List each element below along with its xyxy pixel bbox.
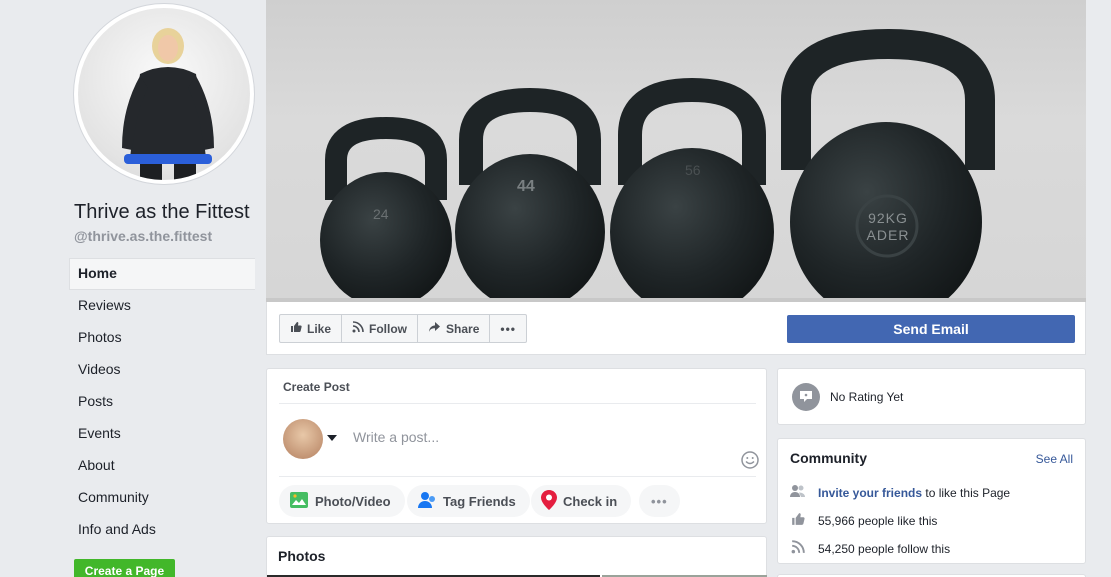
invite-friends-text: to like this Page (925, 485, 1011, 500)
photos-title[interactable]: Photos (278, 548, 325, 564)
check-in-button[interactable]: Check in (531, 485, 632, 517)
invite-friends-link[interactable]: Invite your friends (818, 486, 922, 500)
emoji-icon[interactable] (741, 451, 759, 469)
people-icon (790, 484, 806, 501)
nav-item-info-and-ads[interactable]: Info and Ads (69, 514, 255, 546)
profile-picture[interactable] (74, 4, 254, 184)
page-nav: Home Reviews Photos Videos Posts Events … (69, 258, 255, 546)
share-label: Share (446, 321, 480, 336)
profile-photo (78, 8, 250, 180)
nav-item-community[interactable]: Community (69, 482, 255, 514)
follow-label: Follow (369, 321, 408, 336)
create-post-card: Create Post Write a post... Photo/Video … (266, 368, 767, 524)
nav-item-home[interactable]: Home (69, 258, 255, 290)
kettlebell-label: 44 (517, 178, 535, 195)
nav-item-events[interactable]: Events (69, 418, 255, 450)
photo-video-button[interactable]: Photo/Video (279, 485, 405, 517)
rss-icon (352, 321, 364, 336)
post-as-avatar[interactable] (283, 419, 323, 459)
review-bubble-icon (792, 383, 820, 411)
invite-friends-row: Invite your friends to like this Page (790, 484, 1010, 501)
check-in-label: Check in (563, 493, 618, 509)
photo-video-label: Photo/Video (315, 493, 391, 509)
photos-card: Photos (266, 536, 767, 577)
divider (279, 476, 756, 477)
likes-count: 55,966 people like this (818, 513, 938, 528)
rss-icon (790, 540, 806, 557)
tag-friends-label: Tag Friends (443, 493, 516, 509)
see-all-link[interactable]: See All (1036, 452, 1073, 466)
more-actions-button[interactable]: ••• (490, 315, 526, 342)
tag-friends-icon (417, 490, 437, 513)
create-page-button[interactable]: Create a Page (74, 559, 175, 577)
like-button[interactable]: Like (280, 315, 343, 342)
kettlebell-label: 56 (685, 162, 701, 178)
follows-row: 54,250 people follow this (790, 540, 950, 557)
page-handle[interactable]: @thrive.as.the.fittest (74, 228, 212, 244)
nav-item-photos[interactable]: Photos (69, 322, 255, 354)
thumbs-up-icon (790, 512, 806, 529)
nav-item-reviews[interactable]: Reviews (69, 290, 255, 322)
like-label: Like (307, 321, 332, 336)
nav-item-about[interactable]: About (69, 450, 255, 482)
page-action-buttons: Like Follow Share ••• (279, 314, 527, 343)
more-post-options-button[interactable]: ••• (639, 485, 680, 517)
thumbs-up-icon (290, 321, 302, 336)
cover-photo[interactable]: 24 44 56 92KG ADER (266, 0, 1086, 302)
follows-count: 54,250 people follow this (818, 541, 951, 556)
share-arrow-icon (428, 321, 441, 336)
nav-item-videos[interactable]: Videos (69, 354, 255, 386)
send-email-button[interactable]: Send Email (787, 315, 1075, 343)
caret-down-icon[interactable] (327, 435, 337, 441)
rating-card: No Rating Yet (777, 368, 1086, 425)
location-pin-icon (541, 489, 557, 513)
tag-friends-button[interactable]: Tag Friends (407, 485, 530, 517)
kettlebell-label: 92KG ADER (866, 210, 910, 243)
community-card: Community See All Invite your friends to… (777, 438, 1086, 564)
page-action-bar: Like Follow Share ••• Send Email (266, 302, 1086, 355)
write-post-input[interactable]: Write a post... (353, 429, 439, 445)
rating-text: No Rating Yet (830, 390, 904, 404)
create-post-title[interactable]: Create Post (283, 380, 350, 394)
left-column: Thrive as the Fittest @thrive.as.the.fit… (0, 0, 266, 577)
kettlebell-label: 24 (373, 206, 389, 222)
page-title[interactable]: Thrive as the Fittest (74, 201, 250, 224)
follow-button[interactable]: Follow (342, 315, 419, 342)
share-button[interactable]: Share (418, 315, 491, 342)
divider (279, 403, 756, 404)
nav-item-posts[interactable]: Posts (69, 386, 255, 418)
community-title[interactable]: Community (790, 450, 867, 466)
photo-icon (289, 491, 309, 512)
likes-row: 55,966 people like this (790, 512, 937, 529)
